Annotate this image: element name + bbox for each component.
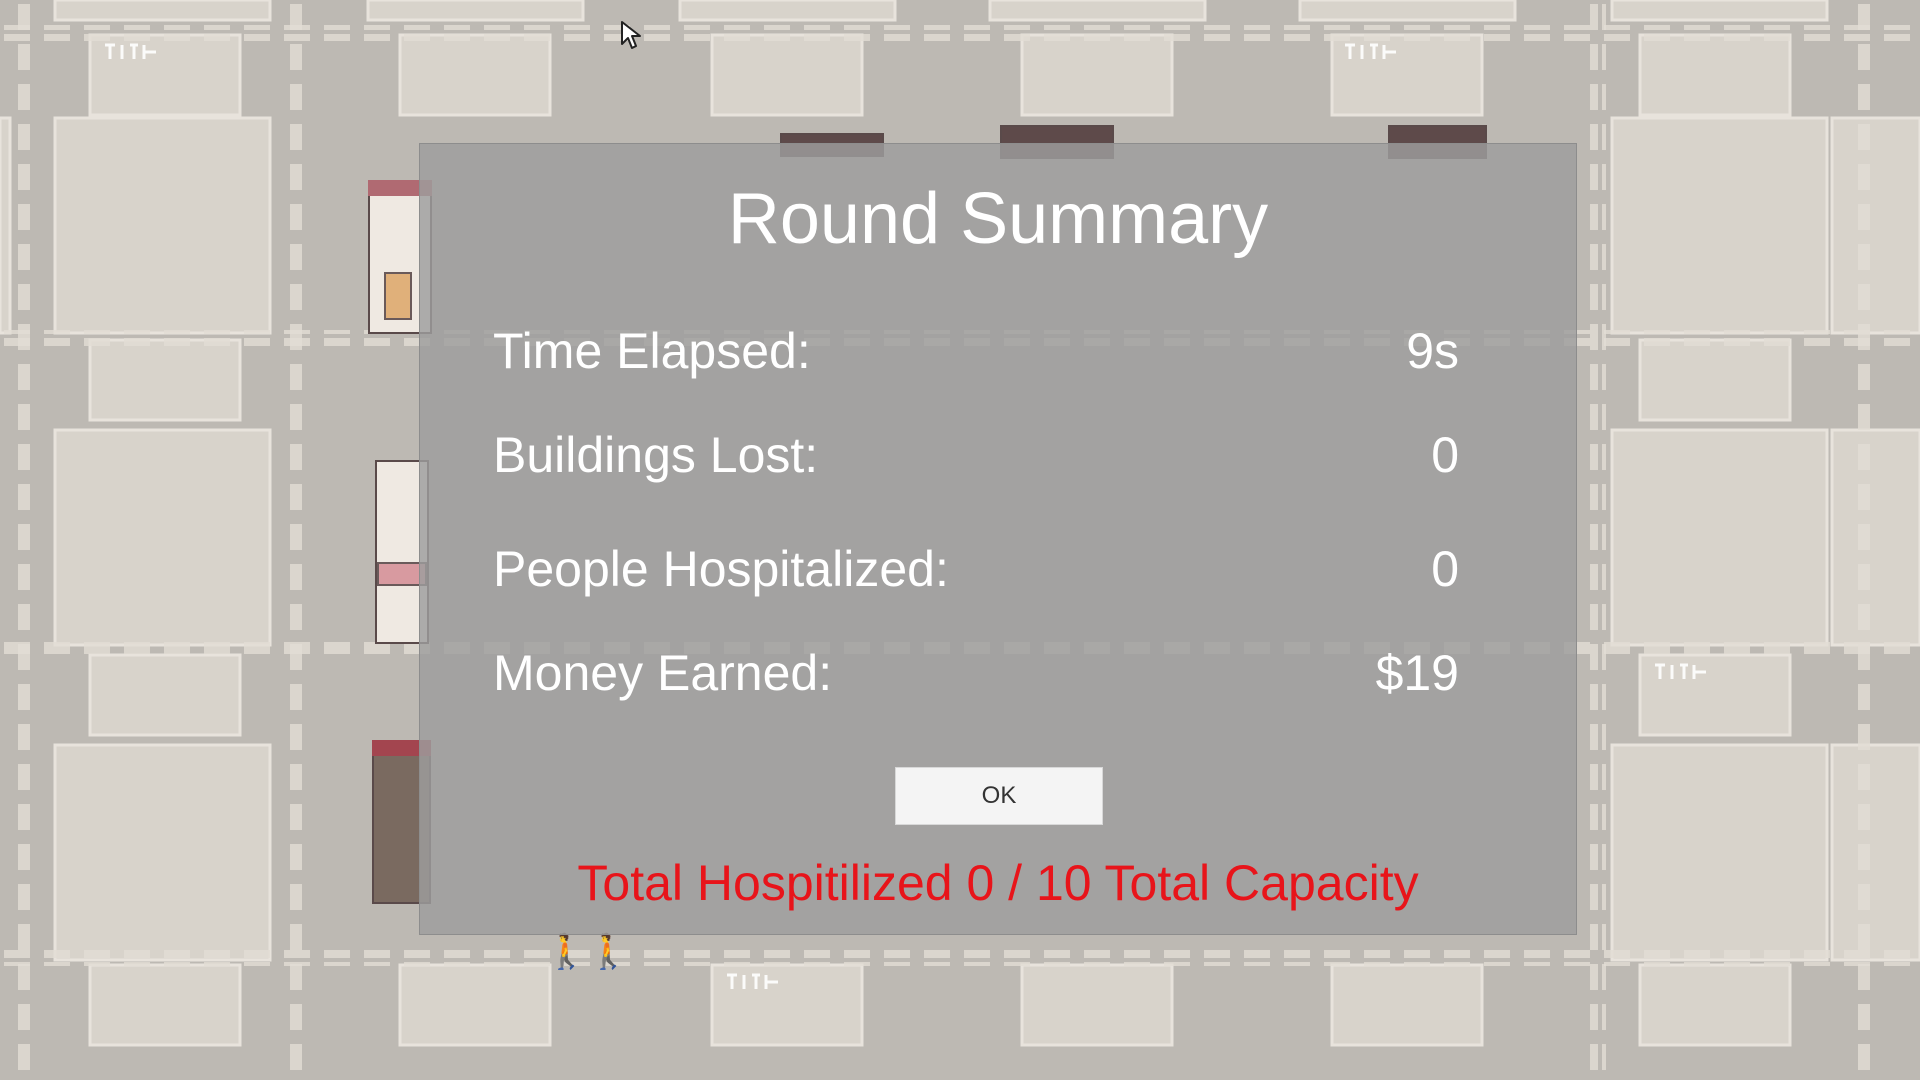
stat-row-buildings-lost: Buildings Lost: 0 (493, 426, 1459, 496)
stat-value: 9s (1406, 323, 1459, 379)
stat-value: $19 (1375, 645, 1459, 701)
stat-value: 0 (1431, 541, 1459, 597)
stat-value: 0 (1431, 427, 1459, 483)
dialog-title: Round Summary (727, 179, 1269, 259)
stat-row-people-hospitalized: People Hospitalized: 0 (493, 540, 1459, 610)
building-door (384, 272, 412, 320)
stat-label: Time Elapsed: (493, 323, 811, 379)
hospital-capacity-text: Total Hospitilized 0 / 10 Total Capacity (577, 855, 1419, 911)
round-summary-dialog: Round Summary Time Elapsed: 9s Buildings… (419, 143, 1577, 935)
ok-button[interactable]: OK (895, 767, 1103, 825)
stat-label: Money Earned: (493, 645, 833, 701)
stat-row-time-elapsed: Time Elapsed: 9s (493, 322, 1459, 392)
stat-row-money-earned: Money Earned: $19 (493, 644, 1459, 714)
cursor-icon (621, 21, 641, 49)
stat-label: Buildings Lost: (493, 427, 819, 483)
stat-label: People Hospitalized: (493, 541, 949, 597)
game-screen: 🚶🚶 Round Summary Time Elapsed: 9s Buildi… (0, 0, 1920, 1080)
people-icon: 🚶🚶 (545, 932, 630, 972)
